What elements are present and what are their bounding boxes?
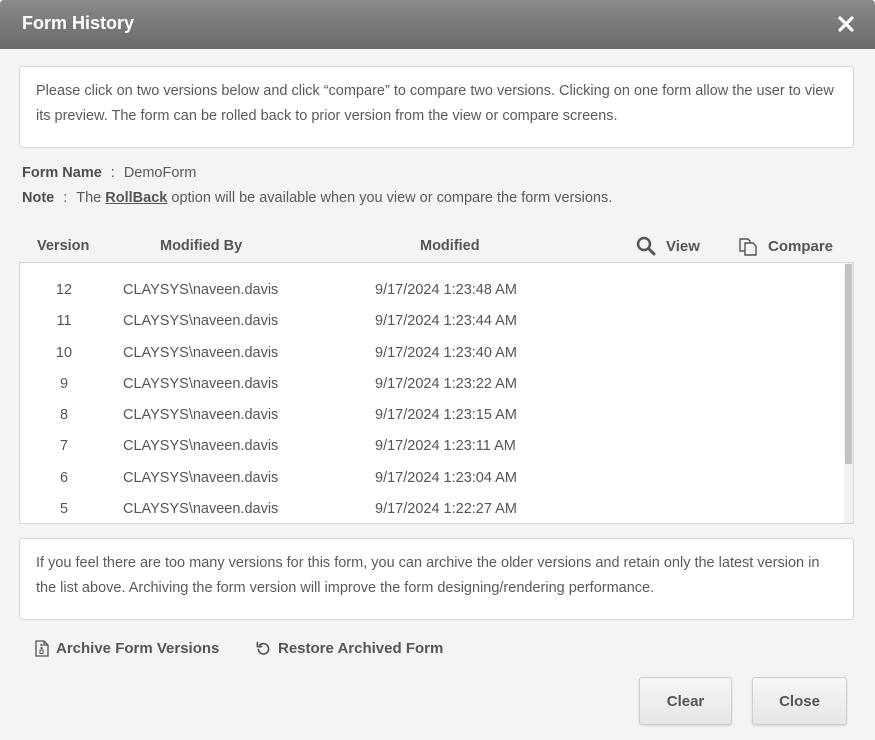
- cell-modified-by: CLAYSYS\naveen.davis: [123, 345, 279, 361]
- table-row[interactable]: 6 CLAYSYS\naveen.davis 9/17/2024 1:23:04…: [20, 462, 840, 493]
- form-name-value: DemoForm: [123, 165, 197, 181]
- close-button[interactable]: Close: [752, 677, 847, 725]
- column-header-modified[interactable]: Modified: [420, 238, 480, 254]
- cell-version: 5: [59, 501, 69, 517]
- cell-modified-by: CLAYSYS\naveen.davis: [123, 501, 279, 517]
- cell-modified: 9/17/2024 1:23:22 AM: [375, 376, 517, 392]
- cell-modified: 9/17/2024 1:22:27 AM: [375, 501, 517, 517]
- cell-modified-by: CLAYSYS\naveen.davis: [123, 282, 279, 298]
- close-icon[interactable]: [837, 15, 855, 33]
- archive-form-versions-label: Archive Form Versions: [56, 640, 220, 657]
- note-label: Note: [22, 190, 55, 206]
- cell-modified: 9/17/2024 1:23:11 AM: [375, 438, 516, 454]
- form-name-label: Form Name: [22, 165, 102, 181]
- cell-version: 10: [55, 345, 73, 361]
- column-header-modified-by[interactable]: Modified By: [160, 238, 242, 254]
- compare-label: Compare: [768, 237, 834, 255]
- info-panel: Please click on two versions below and c…: [19, 66, 854, 148]
- archive-info-panel: If you feel there are too many versions …: [19, 538, 854, 620]
- cell-modified: 9/17/2024 1:23:48 AM: [375, 282, 517, 298]
- table-scrollbar[interactable]: [844, 263, 853, 523]
- table-row[interactable]: 7 CLAYSYS\naveen.davis 9/17/2024 1:23:11…: [20, 430, 840, 461]
- table-row[interactable]: 11 CLAYSYS\naveen.davis 9/17/2024 1:23:4…: [20, 305, 840, 336]
- table-row[interactable]: 12 CLAYSYS\naveen.davis 9/17/2024 1:23:4…: [20, 274, 840, 305]
- cell-modified-by: CLAYSYS\naveen.davis: [123, 407, 279, 423]
- view-button[interactable]: View: [636, 236, 700, 256]
- dialog-titlebar: Form History: [0, 0, 875, 49]
- cell-modified-by: CLAYSYS\naveen.davis: [123, 376, 279, 392]
- archive-form-versions-button[interactable]: Archive Form Versions: [35, 640, 219, 657]
- cell-version: 11: [56, 313, 72, 329]
- form-name-line: Form Name: DemoForm: [22, 165, 196, 181]
- restore-archived-form-button[interactable]: Restore Archived Form: [256, 640, 443, 657]
- cell-version: 12: [55, 282, 73, 298]
- cell-modified-by: CLAYSYS\naveen.davis: [123, 438, 279, 454]
- table-row[interactable]: 10 CLAYSYS\naveen.davis 9/17/2024 1:23:4…: [20, 337, 840, 368]
- table-row[interactable]: 8 CLAYSYS\naveen.davis 9/17/2024 1:23:15…: [20, 399, 840, 430]
- info-text: Please click on two versions below and c…: [36, 83, 834, 124]
- note-suffix: option will be available when you view o…: [171, 190, 613, 206]
- cell-version: 8: [59, 407, 69, 423]
- cell-modified: 9/17/2024 1:23:44 AM: [375, 313, 517, 329]
- table-row[interactable]: 9 CLAYSYS\naveen.davis 9/17/2024 1:23:22…: [20, 368, 840, 399]
- table-scrollbar-thumb[interactable]: [845, 264, 852, 464]
- restore-archived-form-label: Restore Archived Form: [278, 640, 444, 657]
- note-prefix: The: [76, 190, 102, 206]
- form-name-separator: :: [110, 165, 115, 181]
- restore-icon: [256, 641, 270, 655]
- cell-version: 9: [59, 376, 69, 392]
- archive-file-icon: [35, 640, 49, 657]
- cell-modified: 9/17/2024 1:23:40 AM: [375, 345, 517, 361]
- archive-info-text: If you feel there are too many versions …: [36, 555, 820, 596]
- cell-modified: 9/17/2024 1:23:15 AM: [375, 407, 517, 423]
- cell-modified-by: CLAYSYS\naveen.davis: [123, 470, 279, 486]
- clear-button[interactable]: Clear: [639, 677, 732, 725]
- note-line: Note: The RollBack option will be availab…: [22, 190, 612, 206]
- compare-icon: [739, 238, 757, 256]
- cell-version: 6: [59, 470, 69, 486]
- search-icon: [636, 236, 656, 256]
- versions-table[interactable]: 12 CLAYSYS\naveen.davis 9/17/2024 1:23:4…: [19, 262, 854, 524]
- dialog-title: Form History: [22, 13, 135, 33]
- cell-modified-by: CLAYSYS\naveen.davis: [123, 313, 279, 329]
- note-separator: :: [63, 190, 68, 206]
- cell-modified: 9/17/2024 1:23:04 AM: [375, 470, 517, 486]
- column-header-version[interactable]: Version: [37, 238, 89, 254]
- cell-version: 7: [59, 438, 69, 454]
- view-label: View: [666, 237, 700, 255]
- rollback-link[interactable]: RollBack: [105, 190, 167, 206]
- compare-button[interactable]: Compare: [738, 236, 833, 256]
- table-row[interactable]: 5 CLAYSYS\naveen.davis 9/17/2024 1:22:27…: [20, 493, 840, 523]
